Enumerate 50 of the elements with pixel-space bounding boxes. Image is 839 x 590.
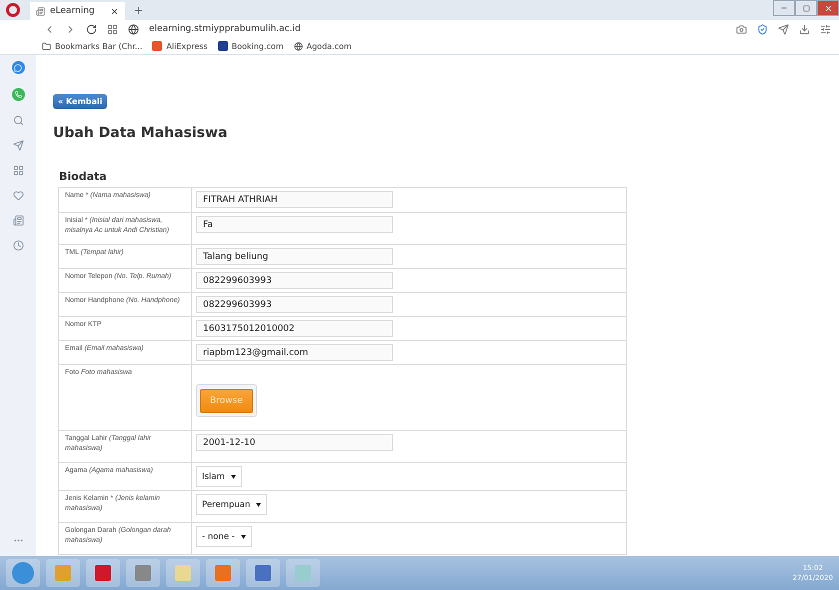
select-field[interactable]: Islam	[196, 466, 242, 487]
search-icon[interactable]	[12, 115, 24, 126]
grid-icon[interactable]	[107, 24, 118, 34]
close-icon	[824, 4, 832, 12]
text-field[interactable]: 1603175012010002	[196, 320, 393, 337]
maximize-icon	[802, 4, 810, 12]
caret-icon	[256, 502, 262, 506]
messenger-icon[interactable]	[12, 61, 24, 74]
address-field[interactable]: elearning.stmiypprabumulih.ac.id	[149, 24, 301, 34]
text-field[interactable]: 082299603993	[196, 272, 393, 289]
whatsapp-icon[interactable]	[12, 88, 24, 101]
select-field[interactable]: Perempuan	[196, 494, 268, 515]
browser-logo-icon[interactable]	[6, 3, 20, 17]
text-field[interactable]: 082299603993	[196, 296, 393, 313]
camera-icon[interactable]	[736, 24, 747, 34]
close-tab-icon[interactable]	[110, 6, 119, 16]
minimize-button[interactable]	[773, 0, 795, 16]
bookmark[interactable]: Bookmarks Bar (Chr...	[42, 42, 142, 50]
caret-icon	[240, 534, 246, 538]
bookmark[interactable]: AliExpress	[152, 41, 208, 51]
globe-icon[interactable]	[128, 24, 139, 34]
grid-icon[interactable]	[12, 165, 24, 176]
text-field[interactable]: 2001-12-10	[196, 434, 393, 451]
bookmark[interactable]: Booking.com	[218, 41, 284, 51]
text-field[interactable]: FITRAH ATHRIAH	[196, 191, 393, 208]
maximize-button[interactable]	[795, 0, 817, 16]
new-tab-icon[interactable]	[133, 5, 144, 16]
settings-icon[interactable]	[820, 24, 831, 34]
select-field[interactable]: - none -	[196, 526, 252, 547]
browser-tab[interactable]: eLearning	[30, 2, 125, 20]
text-field[interactable]: Talang beliung	[196, 248, 393, 265]
site-icon	[294, 42, 302, 50]
shield-icon[interactable]	[757, 24, 768, 34]
caret-icon	[230, 474, 236, 478]
page-icon	[36, 6, 45, 16]
close-button[interactable]	[817, 0, 839, 16]
folder-icon	[42, 42, 51, 50]
history-icon[interactable]	[12, 240, 24, 251]
page-title: Ubah Data Mahasiswa	[53, 125, 228, 142]
text-field[interactable]: Fa	[196, 216, 393, 233]
bookmark[interactable]: Agoda.com	[294, 42, 352, 50]
news-icon[interactable]	[12, 215, 24, 226]
heart-icon[interactable]	[12, 190, 24, 201]
download-icon[interactable]	[799, 24, 810, 34]
text-field[interactable]: riapbm123@gmail.com	[196, 344, 393, 361]
send-icon[interactable]	[778, 24, 789, 34]
section-title: Biodata	[59, 170, 108, 183]
reload-icon[interactable]	[86, 24, 97, 34]
back-button[interactable]: « Kembali	[53, 94, 108, 109]
send-icon[interactable]	[12, 140, 24, 151]
